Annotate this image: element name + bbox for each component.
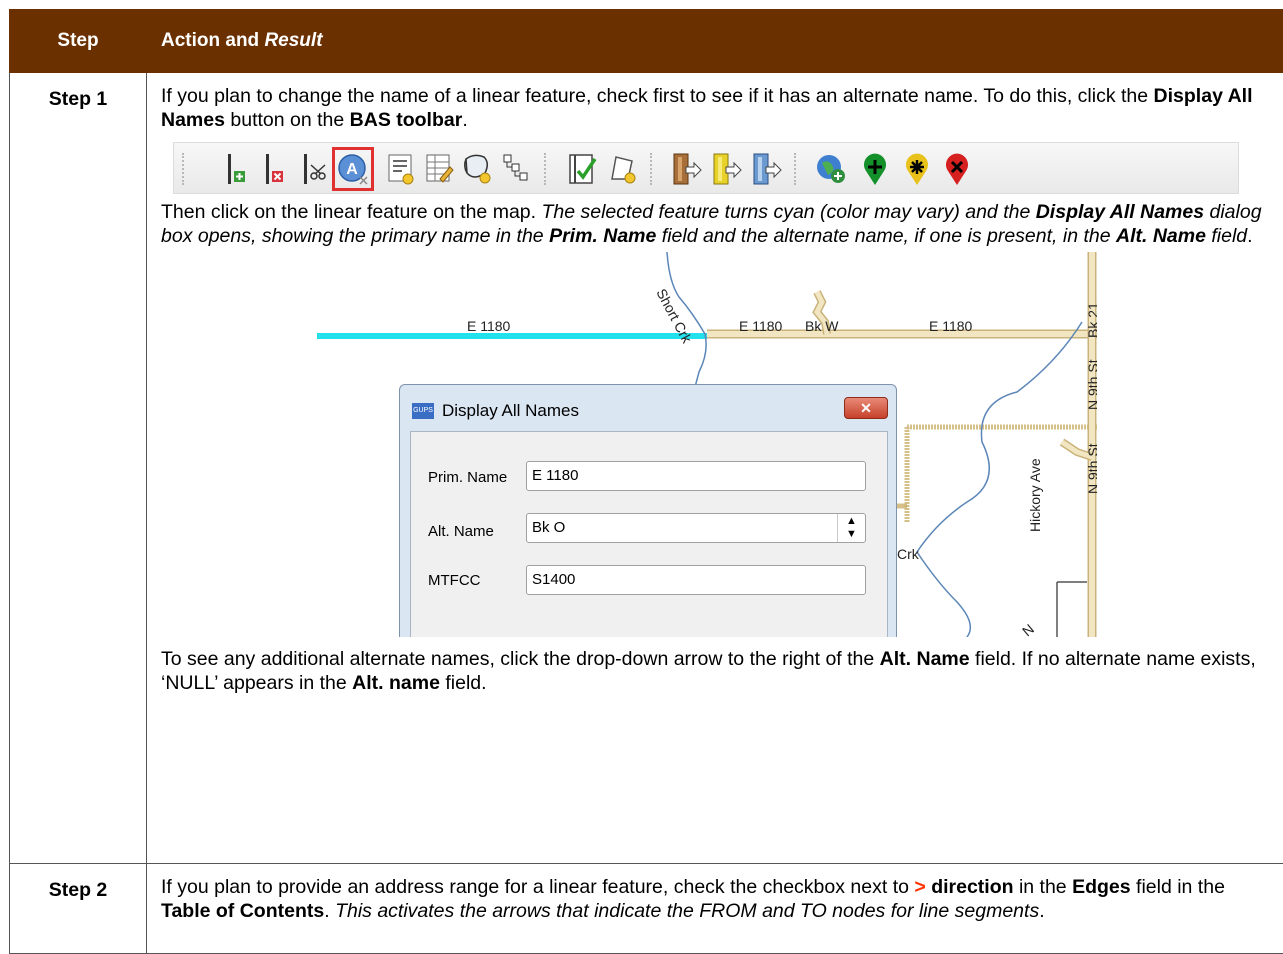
validate-icon[interactable] [566, 151, 600, 187]
bold-text: direction [931, 876, 1014, 898]
text: field. [439, 672, 487, 694]
close-button[interactable]: ✕ [844, 397, 888, 419]
italic-text: The selected feature turns cyan (color m… [541, 201, 1036, 223]
svg-text:A: A [346, 161, 358, 178]
map-view: Short Crk E 1180 E 1180 Bk W E 1180 Bk 2… [317, 252, 1097, 637]
italic-text: This activates the arrows that indicate … [335, 900, 1040, 922]
header-result-text: Result [264, 30, 323, 51]
step1-paragraph-3: To see any additional alternate names, c… [161, 647, 1269, 695]
mtfcc-label: MTFCC [428, 572, 481, 589]
step2-paragraph-1: If you plan to provide an address range … [161, 875, 1269, 923]
text: To see any additional alternate names, c… [161, 648, 880, 670]
text: If you plan to provide an address range … [161, 876, 915, 898]
map-label-e1180: E 1180 [929, 318, 973, 334]
toolbar-grip [794, 153, 798, 185]
dialog-body: Prim. Name E 1180 Alt. Name Bk O ▲ ▼ MTFC… [410, 431, 888, 637]
bold-text: Table of Contents [161, 900, 325, 922]
parcel-outline [1056, 581, 1087, 637]
step1-paragraph-2: Then click on the linear feature on the … [161, 200, 1269, 248]
polygon-attributes-icon[interactable] [460, 151, 494, 187]
map-label-bk21: Bk 21 [1085, 302, 1097, 338]
app-icon: GUPS [412, 403, 434, 419]
step1-paragraph-1: If you plan to change the name of a line… [161, 84, 1269, 132]
import-2-icon[interactable] [710, 151, 744, 187]
toolbar-grip [182, 153, 186, 185]
text: field in the [1130, 876, 1225, 898]
header-row: Step Action and Result [9, 9, 1283, 73]
map-label-e1180: E 1180 [467, 318, 511, 334]
edit-attributes-icon[interactable] [384, 151, 418, 187]
add-edge-icon[interactable] [222, 151, 256, 187]
toolbar-grip [544, 153, 548, 185]
italic-text: field and the alternate name, if one is … [656, 225, 1116, 247]
text: . [1039, 900, 1045, 922]
steps-table: Step Action and Result Step 1 If you pla… [9, 9, 1283, 954]
map-label-n9th: N 9th St [1085, 443, 1097, 494]
delete-point-icon[interactable] [940, 151, 974, 187]
step1-label: Step 1 [9, 72, 147, 864]
dropdown-arrow-icon[interactable]: ▲ ▼ [837, 514, 865, 542]
header-step: Step [9, 9, 147, 73]
prim-name-label: Prim. Name [428, 469, 508, 486]
text: Then click on the linear feature on the … [161, 201, 542, 223]
header-action-text: Action and [161, 30, 265, 51]
bold-italic-text: Prim. Name [549, 225, 657, 247]
bold-italic-text: Alt. Name [1116, 225, 1206, 247]
bold-text: BAS toolbar [349, 109, 463, 131]
step1-action: If you plan to change the name of a line… [146, 72, 1283, 864]
text: . [324, 900, 336, 922]
map-label-crk: Crk [897, 546, 919, 562]
header-action: Action and Result [146, 9, 1283, 73]
display-all-names-icon[interactable]: A [336, 151, 370, 187]
new-polygon-icon[interactable] [606, 151, 640, 187]
alt-name-value: Bk O [532, 519, 566, 536]
alt-name-label: Alt. Name [428, 523, 494, 540]
text: button on the [224, 109, 350, 131]
add-globe-icon[interactable] [814, 151, 848, 187]
import-1-icon[interactable] [670, 151, 704, 187]
map-label-n9th: N 9th St [1085, 359, 1097, 410]
delete-edge-icon[interactable] [260, 151, 294, 187]
table-edit-icon[interactable] [422, 151, 456, 187]
bold-text: Edges [1072, 876, 1131, 898]
orange-symbol: > [914, 876, 926, 898]
map-label-e1180: E 1180 [739, 318, 783, 334]
text: If you plan to change the name of a line… [161, 85, 1154, 107]
prim-name-field[interactable]: E 1180 [526, 461, 866, 491]
text: . [462, 109, 468, 131]
step2-action: If you plan to provide an address range … [146, 863, 1283, 954]
toolbar-grip [650, 153, 654, 185]
bold-text: Alt. name [352, 672, 440, 694]
step2-row: Step 2 If you plan to provide an address… [9, 863, 1283, 954]
map-label-bk-w: Bk W [805, 318, 839, 334]
add-point-icon[interactable] [858, 151, 892, 187]
step2-label: Step 2 [9, 863, 147, 954]
import-3-icon[interactable] [750, 151, 784, 187]
map-label-hickory: Hickory Ave [1027, 458, 1043, 532]
alt-name-dropdown[interactable]: Bk O ▲ ▼ [526, 513, 866, 543]
text: . [1247, 225, 1253, 247]
text: in the [1013, 876, 1073, 898]
bas-toolbar: A [173, 142, 1239, 194]
step1-row: Step 1 If you plan to change the name of… [9, 72, 1283, 864]
display-all-names-dialog: GUPS Display All Names ✕ Prim. Name E 11… [399, 384, 897, 637]
mtfcc-field[interactable]: S1400 [526, 565, 866, 595]
dialog-title: Display All Names [442, 401, 579, 420]
italic-text: field [1205, 225, 1248, 247]
bold-italic-text: Display All Names [1035, 201, 1205, 223]
topology-icon[interactable] [498, 151, 532, 187]
split-edge-icon[interactable] [298, 151, 332, 187]
dialog-title-bar: GUPS Display All Names [412, 399, 579, 423]
bold-text: Alt. Name [879, 648, 970, 670]
boundary-line [904, 424, 1097, 522]
move-point-icon[interactable] [900, 151, 934, 187]
